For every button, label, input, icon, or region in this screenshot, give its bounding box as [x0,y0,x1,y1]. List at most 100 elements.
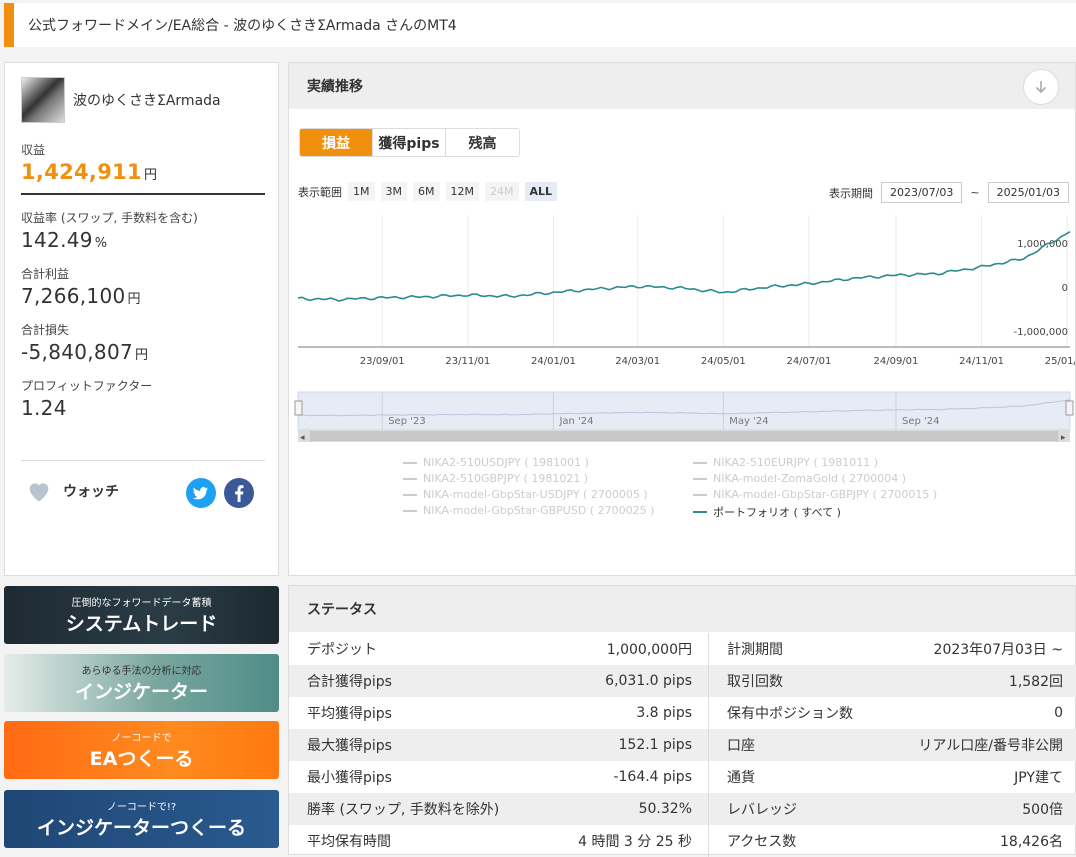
legend-item[interactable]: NIKA2-510EURJPY ( 1981011 ) [693,456,878,469]
status-cell: 合計獲得pips 6,031.0 pips [289,665,709,697]
status-label: デポジット [307,642,377,658]
pf-stat: プロフィットファクター 1.24 [21,377,265,420]
banner-main: インジケーター [74,681,208,703]
navigator-handle-right [1065,400,1074,416]
range-3m-button[interactable]: 3M [380,182,407,201]
heart-icon [29,483,49,502]
legend-swatch [403,493,417,496]
status-label: 合計獲得pips [307,674,392,690]
legend-swatch [403,461,417,464]
facebook-share-button[interactable] [224,478,254,508]
profit-value: 1,424,911 円 [21,160,158,184]
legend-item[interactable]: NIKA-model-ZomaGold ( 2700004 ) [693,472,906,485]
banner-system-trade[interactable]: 圧倒的なフォワードデータ蓄積 システムトレード [4,586,279,644]
status-value: 50.32% [638,801,692,817]
status-label: 通貨 [727,770,755,786]
user-row[interactable]: 波のゆくさきΣArmada [21,77,221,123]
y-tick-label: -1,000,000 [1013,327,1068,338]
period-separator: ~ [970,186,980,199]
x-tick-label: 24/05/01 [701,356,746,367]
x-tick-label: 23/11/01 [445,356,490,367]
legend-item[interactable]: ポートフォリオ ( すべて ) [693,504,841,520]
avatar[interactable] [21,77,65,123]
download-button[interactable] [1023,69,1059,105]
navigator-label: May '24 [729,416,768,427]
rate-label: 収益率 (スワップ, 手数料を含む) [21,211,198,225]
legend-label: NIKA-model-GbpStar-GBPUSD ( 2700025 ) [423,504,655,517]
legend-item[interactable]: NIKA-model-GbpStar-GBPJPY ( 2700015 ) [693,488,937,501]
legend-item[interactable]: NIKA2-510USDJPY ( 1981001 ) [403,456,589,469]
twitter-share-button[interactable] [186,478,216,508]
status-row: 平均保有時間 4 時間 3 分 25 秒 アクセス数 18,426名 [289,825,1076,857]
banner-indicator[interactable]: あらゆる手法の分析に対応 インジケーター [4,654,279,712]
status-value: -164.4 pips [613,769,692,785]
banner-main: EAつくーる [89,748,194,770]
gross-loss-label: 合計損失 [21,323,70,337]
navigator-label: Sep '23 [388,416,426,427]
legend-label: ポートフォリオ ( すべて ) [713,506,841,519]
status-cell: 通貨 JPY建て [709,761,1076,793]
status-row: 最大獲得pips 152.1 pips 口座 リアル口座/番号非公開 [289,729,1076,761]
status-cell: 口座 リアル口座/番号非公開 [709,729,1076,761]
range-6m-button[interactable]: 6M [413,182,440,201]
status-cell: 計測期間 2023年07月03日 ~ [709,633,1076,665]
status-label: アクセス数 [727,834,797,850]
status-title: ステータス [307,602,377,618]
plot-area [298,215,1070,347]
status-cell: アクセス数 18,426名 [709,825,1076,857]
facebook-icon [235,485,244,502]
profit-label: 収益 [21,143,46,157]
status-row: 最小獲得pips -164.4 pips 通貨 JPY建て [289,761,1076,793]
status-cell: 平均獲得pips 3.8 pips [289,697,709,729]
page-header: 公式フォワードメイン/EA総合 - 波のゆくさきΣArmada さんのMT4 [4,3,1076,47]
status-row: 勝率 (スワップ, 手数料を除外) 50.32% レバレッジ 500倍 [289,793,1076,825]
gross-profit-value: 7,266,100 円 [21,284,141,308]
legend-swatch [693,493,707,496]
period-to-input[interactable]: 2025/01/03 [987,182,1069,203]
period-selector: 表示期間 2023/07/03 ~ 2025/01/03 [829,182,1069,203]
status-value: 152.1 pips [618,737,693,753]
y-tick-label: 0 [1062,283,1068,294]
rate-stat: 収益率 (スワップ, 手数料を含む) 142.49% [21,209,265,252]
banner-sub: ノーコードで [111,733,172,744]
legend-item[interactable]: NIKA-model-GbpStar-USDJPY ( 2700005 ) [403,488,648,501]
banner-ea-tsukuru[interactable]: ノーコードで EAつくーる [4,721,279,779]
range-all-button[interactable]: ALL [524,182,558,201]
banner-sub: ノーコードで!? [106,802,177,813]
legend-swatch [693,511,707,513]
tab-pips[interactable]: 獲得pips [373,129,446,156]
status-value: 2023年07月03日 ~ [933,642,1063,658]
legend-label: NIKA-model-GbpStar-USDJPY ( 2700005 ) [423,488,648,501]
legend-label: NIKA-model-ZomaGold ( 2700004 ) [713,472,907,485]
username[interactable]: 波のゆくさきΣArmada [73,90,221,110]
legend-swatch [693,477,707,480]
x-tick-label: 23/09/01 [360,356,405,367]
banner-sub: あらゆる手法の分析に対応 [81,666,202,677]
status-cell: 勝率 (スワップ, 手数料を除外) 50.32% [289,793,709,825]
range-1m-button[interactable]: 1M [348,182,375,201]
legend-swatch [693,461,707,464]
tab-profit[interactable]: 損益 [300,129,373,156]
gross-loss-value: -5,840,807 円 [21,340,149,364]
panel-title: 実績推移 [307,79,363,95]
range-selector: 表示範囲 1M 3M 6M 12M 24M ALL [298,182,558,201]
range-12m-button[interactable]: 12M [445,182,479,201]
status-cell: 最小獲得pips -164.4 pips [289,761,709,793]
x-tick-label: 24/09/01 [873,356,918,367]
banner-main: システムトレード [65,613,218,635]
watch-button[interactable]: ウォッチ [25,477,119,505]
divider [21,193,265,195]
banner-sub: 圧倒的なフォワードデータ蓄積 [71,598,212,609]
legend-item[interactable]: NIKA-model-GbpStar-GBPUSD ( 2700025 ) [403,504,654,517]
period-from-input[interactable]: 2023/07/03 [880,182,963,203]
navigator-label: Sep '24 [902,416,940,427]
status-value: 1,582回 [1008,674,1063,690]
navigator-handle-left [294,400,303,416]
status-label: 口座 [727,738,755,754]
banner-indicator-tsukuru[interactable]: ノーコードで!? インジケーターつくーる [4,790,279,848]
status-label: レバレッジ [727,802,797,818]
range-24m-button: 24M [485,182,519,201]
legend-label: NIKA2-510USDJPY ( 1981001 ) [423,456,589,469]
legend-item[interactable]: NIKA2-510GBPJPY ( 1981021 ) [403,472,588,485]
tab-balance[interactable]: 残高 [446,129,519,156]
